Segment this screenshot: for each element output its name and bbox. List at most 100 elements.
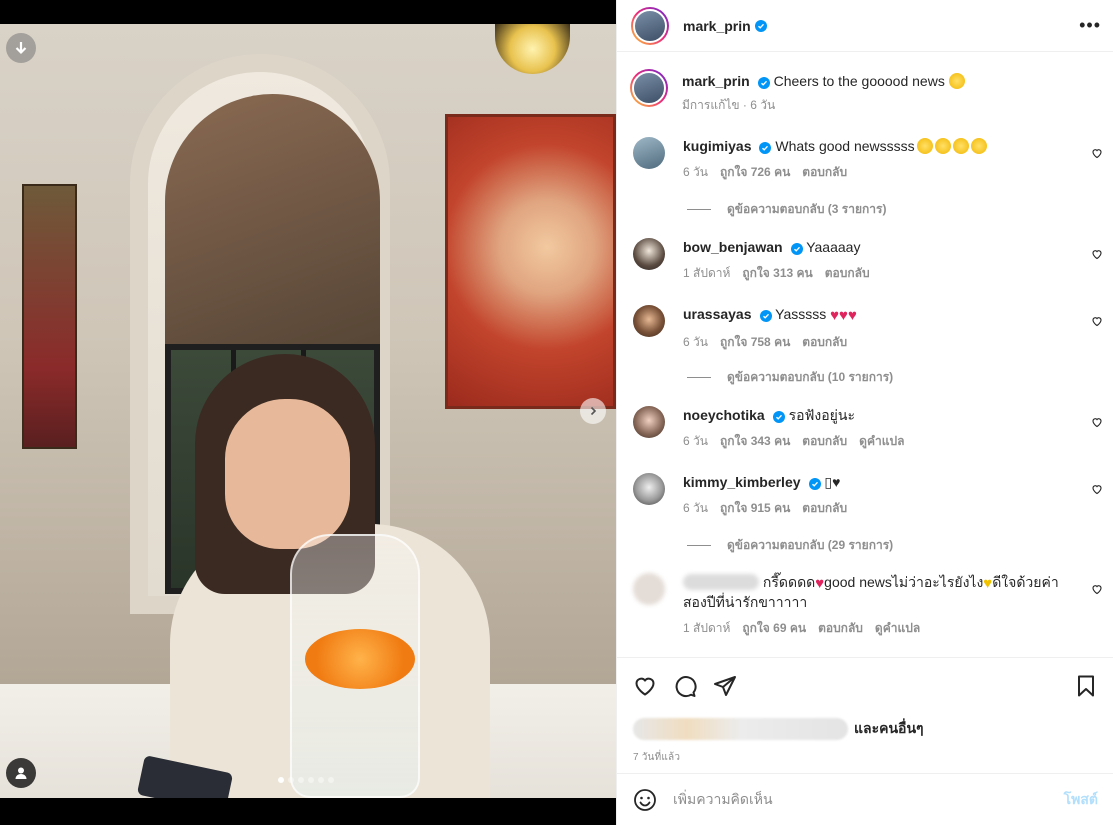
like-comment-heart-icon[interactable] <box>1091 248 1103 260</box>
comment-likes[interactable]: ถูกใจ 726 คน <box>720 163 790 182</box>
verified-badge-icon <box>808 478 821 490</box>
red-heart-icon: ♥ <box>839 307 848 324</box>
comment-username[interactable]: bow_benjawan <box>683 239 783 255</box>
comment-bubble-icon[interactable] <box>673 674 697 698</box>
reply-button[interactable]: ตอบกลับ <box>802 163 847 182</box>
smiling-face-with-hearts-icon <box>916 138 933 154</box>
blurred-liker-names <box>633 718 848 740</box>
comment-text: รอฟังอยู่นะ <box>788 407 855 423</box>
red-heart-icon: ♥ <box>830 307 840 324</box>
caption-text: Cheers to the gooood news <box>773 73 945 89</box>
comment-item: kimmy_kimberley ▯♥ 6 วัน ถูกใจ 915 คน ตอ… <box>633 473 1103 518</box>
like-comment-heart-icon[interactable] <box>1091 483 1103 495</box>
comment-item: noeychotika รอฟังอยู่นะ 6 วัน ถูกใจ 343 … <box>633 406 1103 451</box>
commenter-avatar[interactable] <box>633 238 665 270</box>
comment-likes[interactable]: ถูกใจ 758 คน <box>720 333 790 352</box>
like-comment-heart-icon[interactable] <box>1091 315 1103 327</box>
reply-button[interactable]: ตอบกลับ <box>825 264 870 283</box>
comment-likes[interactable]: ถูกใจ 313 คน <box>742 264 812 283</box>
verified-badge-icon <box>759 142 772 154</box>
comment-text: ดีใจด้วยค่า <box>992 574 1059 590</box>
wall-painting-left <box>22 184 77 449</box>
comment-time[interactable]: 1 สัปดาห์ <box>683 619 730 638</box>
red-heart-icon: ♥ <box>815 575 825 592</box>
post-time-ago: 7 วันที่แล้ว <box>633 752 681 763</box>
comment-input[interactable]: เพิ่มความคิดเห็น <box>673 789 1064 811</box>
comment-likes[interactable]: ถูกใจ 915 คน <box>720 499 790 518</box>
post-header: mark_prin ••• <box>617 0 1113 52</box>
comment-text: Yasssss <box>775 306 827 322</box>
view-replies-button[interactable]: ดูข้อความตอบกลับ (3 รายการ) <box>687 200 886 219</box>
carousel-dot <box>288 777 294 783</box>
likes-summary[interactable]: และคนอื่นๆ <box>633 718 1098 740</box>
blurred-username[interactable] <box>683 574 759 590</box>
likes-others-text[interactable]: และคนอื่นๆ <box>854 718 924 740</box>
comment-item: urassayas Yasssss ♥♥♥ 6 วัน ถูกใจ 758 คน… <box>633 305 1103 352</box>
like-comment-heart-icon[interactable] <box>1091 416 1103 428</box>
author-username[interactable]: mark_prin <box>683 18 751 34</box>
comment-time[interactable]: 6 วัน <box>683 163 708 182</box>
commenter-avatar[interactable] <box>633 305 665 337</box>
post-caption: mark_prin Cheers to the gooood news มีกา… <box>630 69 1103 115</box>
comment-username[interactable]: noeychotika <box>683 407 765 423</box>
reply-button[interactable]: ตอบกลับ <box>802 432 847 451</box>
view-replies-button[interactable]: ดูข้อความตอบกลับ (29 รายการ) <box>687 536 893 555</box>
emoji-picker-icon[interactable] <box>633 788 657 812</box>
commenter-avatar[interactable] <box>633 573 665 605</box>
comment-likes[interactable]: ถูกใจ 69 คน <box>742 619 806 638</box>
comment-time[interactable]: 6 วัน <box>683 333 708 352</box>
bookmark-icon[interactable] <box>1074 674 1098 698</box>
translate-button[interactable]: ดูคำแปล <box>875 619 920 638</box>
comment-item: กรี๊ดดดด♥good newsไม่ว่าอะไรยังไง♥ดีใจด้… <box>633 573 1103 638</box>
view-replies-button[interactable]: ดูข้อความตอบกลับ (10 รายการ) <box>687 368 893 387</box>
verified-badge-icon <box>759 310 772 322</box>
user-icon <box>15 767 27 779</box>
carousel-dot <box>308 777 314 783</box>
comment-username[interactable]: kugimiyas <box>683 138 751 154</box>
comment-likes[interactable]: ถูกใจ 343 คน <box>720 432 790 451</box>
smiling-face-with-hearts-icon <box>934 138 951 154</box>
arrow-down-icon <box>15 42 27 55</box>
caption-edited-time: มีการแก้ไข · 6 วัน <box>682 98 776 112</box>
translate-button[interactable]: ดูคำแปล <box>859 432 904 451</box>
reply-button[interactable]: ตอบกลับ <box>802 499 847 518</box>
author-avatar[interactable] <box>630 69 668 107</box>
verified-badge-icon <box>754 19 767 32</box>
verified-badge-icon <box>757 77 770 89</box>
smiling-face-with-hearts-icon <box>970 138 987 154</box>
reply-button[interactable]: ตอบกลับ <box>818 619 863 638</box>
like-heart-icon[interactable] <box>633 674 657 698</box>
comment-text: ▯♥ <box>824 474 841 490</box>
reply-button[interactable]: ตอบกลับ <box>802 333 847 352</box>
more-options-button[interactable]: ••• <box>1079 15 1101 36</box>
carousel-next-button[interactable] <box>580 398 606 424</box>
like-comment-heart-icon[interactable] <box>1091 583 1103 595</box>
woman-with-glass <box>150 354 530 798</box>
verified-badge-icon <box>772 411 785 423</box>
red-heart-icon: ♥ <box>847 307 857 324</box>
author-avatar[interactable] <box>631 6 669 45</box>
commenter-avatar[interactable] <box>633 473 665 505</box>
comment-username[interactable]: urassayas <box>683 306 752 322</box>
post-comment-button[interactable]: โพสต์ <box>1064 789 1098 811</box>
comment-time[interactable]: 1 สัปดาห์ <box>683 264 730 283</box>
carousel-indicator <box>278 777 334 783</box>
comment-text: กรี๊ดดดด <box>762 574 816 590</box>
commenter-avatar[interactable] <box>633 406 665 438</box>
commenter-avatar[interactable] <box>633 137 665 169</box>
ceiling-lamp <box>495 24 570 74</box>
comment-text: Whats good newsssss <box>775 138 915 154</box>
post-side-panel: mark_prin ••• mark_prin Cheers to the go… <box>616 0 1113 825</box>
tagged-users-button[interactable] <box>6 758 36 788</box>
download-button[interactable] <box>6 33 36 63</box>
share-send-icon[interactable] <box>713 674 737 698</box>
comment-time[interactable]: 6 วัน <box>683 432 708 451</box>
verified-badge-icon <box>790 243 803 255</box>
like-comment-heart-icon[interactable] <box>1091 147 1103 159</box>
comment-username[interactable]: kimmy_kimberley <box>683 474 801 490</box>
post-media-pane <box>0 0 616 825</box>
comment-item: bow_benjawan Yaaaaay 1 สัปดาห์ ถูกใจ 313… <box>633 238 1103 283</box>
carousel-dot <box>328 777 334 783</box>
comment-time[interactable]: 6 วัน <box>683 499 708 518</box>
caption-username[interactable]: mark_prin <box>682 73 750 89</box>
